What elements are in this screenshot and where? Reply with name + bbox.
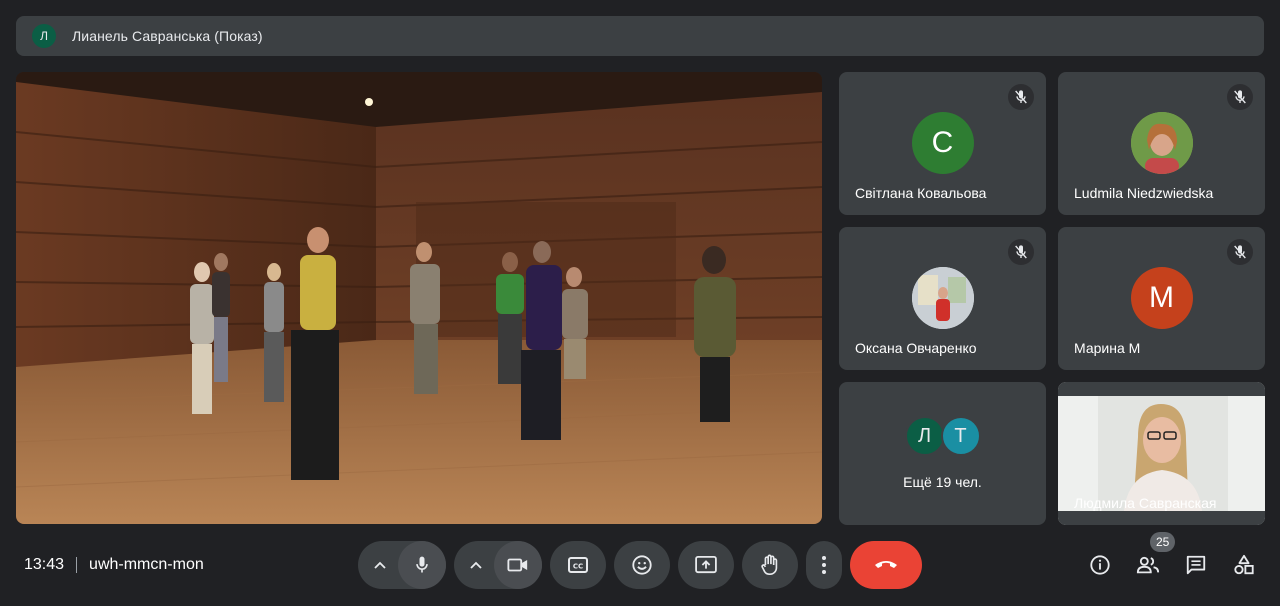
meeting-info: 13:43 uwh-mmcn-mon: [24, 556, 204, 574]
mic-button[interactable]: [398, 541, 446, 589]
self-name: Людмила Савранская: [1074, 495, 1217, 511]
people-button[interactable]: [1134, 551, 1162, 579]
mic-off-icon: [1008, 84, 1034, 110]
emoji-reaction-button[interactable]: [614, 541, 670, 589]
participant-tile[interactable]: Ludmila Niedzwiedska: [1058, 72, 1265, 215]
info-icon: [1090, 555, 1110, 575]
more-vert-icon: [822, 556, 826, 574]
more-participants-label: Ещё 19 чел.: [903, 474, 982, 490]
chevron-up-icon[interactable]: [358, 541, 402, 589]
mic-off-icon: [1008, 239, 1034, 265]
participant-count-badge: 25: [1150, 532, 1176, 552]
mic-control-group: [358, 541, 446, 589]
dance-studio-video-frame: [16, 72, 822, 524]
end-call-button[interactable]: [850, 541, 922, 589]
meeting-code: uwh-mmcn-mon: [89, 556, 204, 573]
more-avatars: Л Т: [904, 416, 981, 456]
participant-name: Марина М: [1074, 340, 1141, 356]
mic-off-icon: [1227, 84, 1253, 110]
participant-name: Світлана Ковальова: [855, 185, 987, 201]
meeting-details-button[interactable]: [1086, 551, 1114, 579]
hand-icon: [761, 554, 778, 575]
svg-text:CC: CC: [573, 563, 583, 571]
activities-button[interactable]: [1230, 551, 1258, 579]
raise-hand-button[interactable]: [742, 541, 798, 589]
meeting-time: 13:43: [24, 556, 65, 573]
captions-icon: CC: [568, 557, 588, 573]
captions-button[interactable]: CC: [550, 541, 606, 589]
presenter-avatar: Л: [32, 24, 56, 48]
participant-name: Оксана Овчаренко: [855, 340, 977, 356]
participant-photo-avatar: [911, 267, 974, 329]
presenter-name: Лианель Савранська (Показ): [72, 28, 263, 44]
camera-control-group: [454, 541, 542, 589]
present-icon: [695, 556, 717, 574]
activities-icon: [1234, 554, 1254, 575]
chevron-up-icon[interactable]: [454, 541, 498, 589]
participant-avatar: Т: [940, 416, 981, 456]
chat-icon: [1186, 555, 1206, 575]
main-video-presentation[interactable]: [16, 72, 822, 524]
more-participants-tile[interactable]: Л Т Ещё 19 чел.: [839, 382, 1046, 525]
present-screen-button[interactable]: [678, 541, 734, 589]
mic-off-icon: [1227, 239, 1253, 265]
chat-button[interactable]: [1182, 551, 1210, 579]
more-options-button[interactable]: [806, 541, 842, 589]
participant-avatar: Л: [904, 416, 945, 456]
participant-name: Ludmila Niedzwiedska: [1074, 185, 1214, 201]
people-icon: [1136, 556, 1160, 574]
presenter-bar: Л Лианель Савранська (Показ): [16, 16, 1264, 56]
participant-avatar: М: [1130, 267, 1193, 329]
participant-avatar: С: [911, 112, 974, 174]
divider: [76, 557, 78, 573]
mic-icon: [416, 556, 428, 573]
participant-tile[interactable]: С Світлана Ковальова: [839, 72, 1046, 215]
emoji-icon: [632, 555, 652, 575]
participant-tile[interactable]: М Марина М: [1058, 227, 1265, 370]
participant-photo-avatar: [1130, 112, 1193, 174]
camera-button[interactable]: [494, 541, 542, 589]
bottom-control-bar: 13:43 uwh-mmcn-mon CC 25: [0, 532, 1280, 606]
self-view-tile[interactable]: Людмила Савранская: [1058, 382, 1265, 525]
camera-icon: [507, 558, 528, 572]
end-call-icon: [875, 561, 897, 568]
participant-tile[interactable]: Оксана Овчаренко: [839, 227, 1046, 370]
